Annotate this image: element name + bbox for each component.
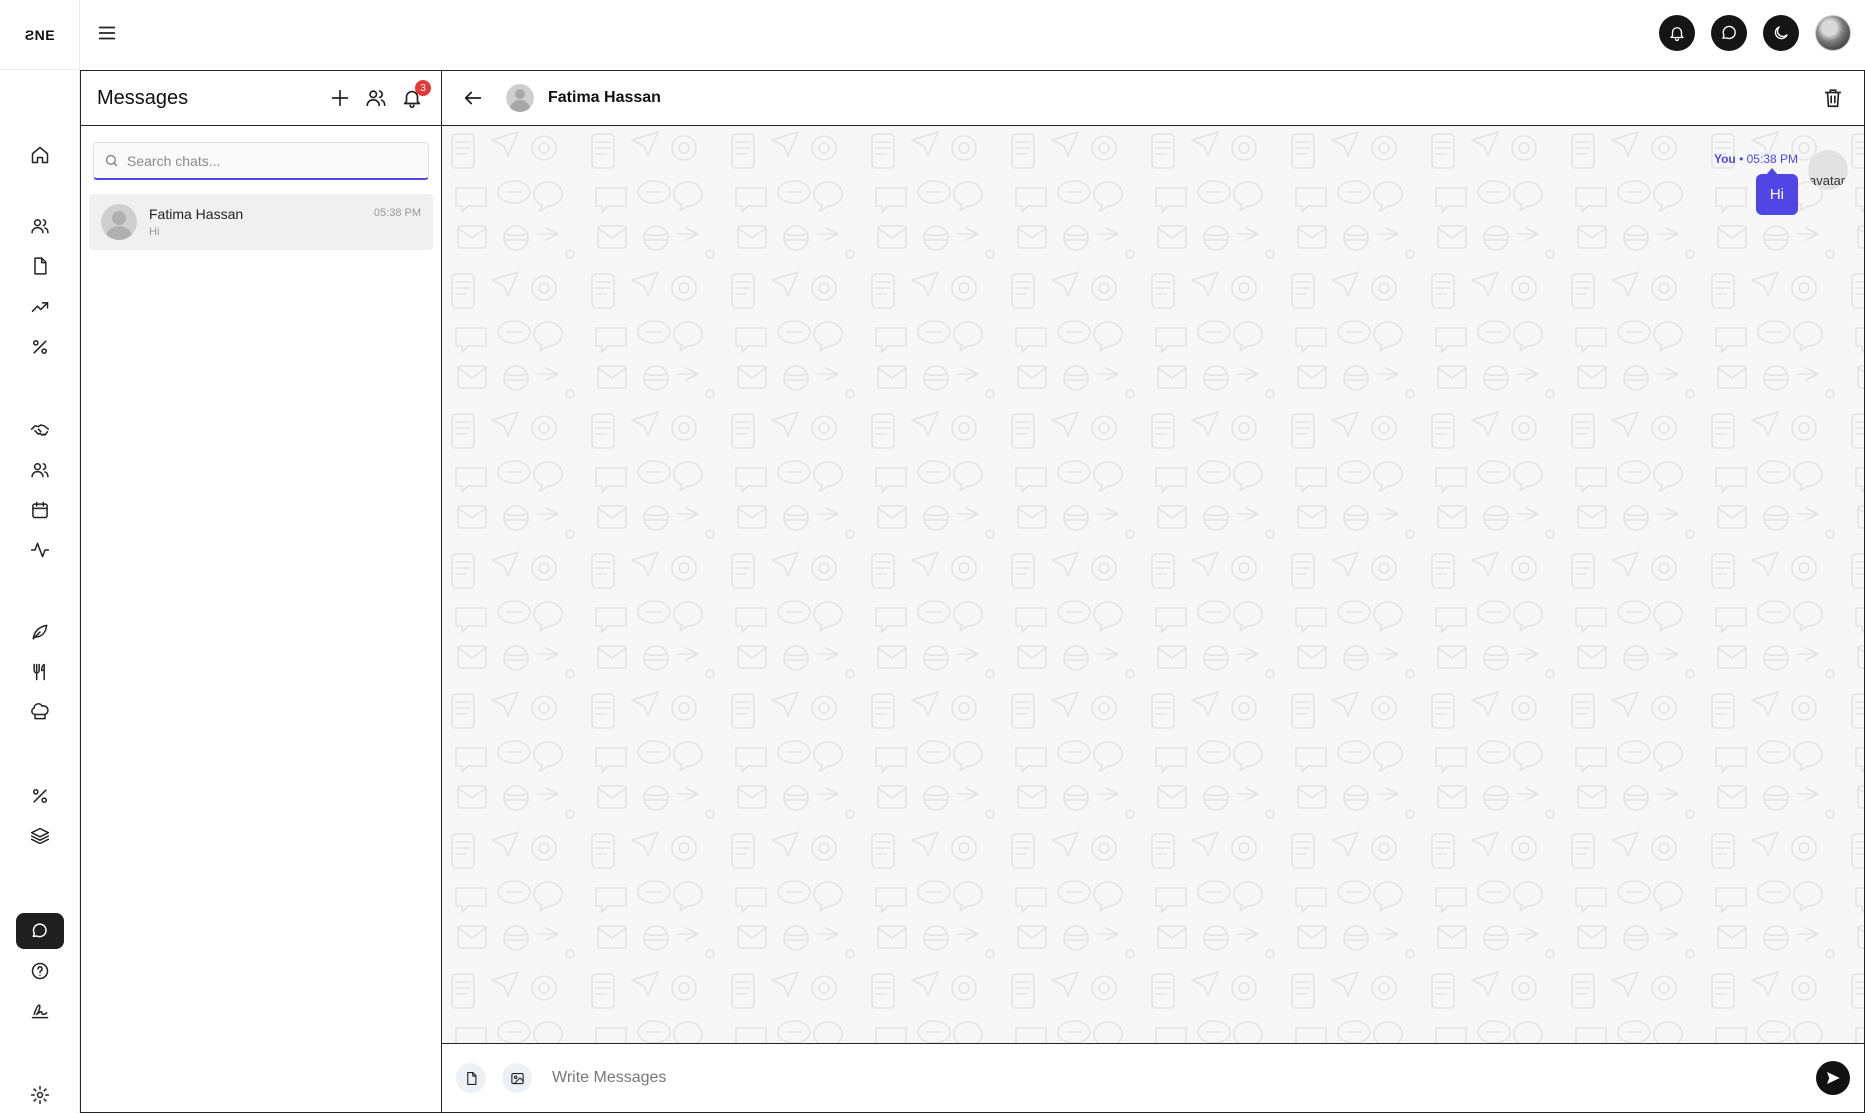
handshake-icon[interactable] — [16, 412, 64, 448]
offer-icon[interactable] — [16, 778, 64, 814]
settings-icon[interactable] — [16, 1077, 64, 1113]
moon-icon[interactable] — [1763, 15, 1799, 51]
message-sender: You — [1713, 152, 1736, 166]
chat-time: 05:38 PM — [373, 207, 421, 219]
team-icon[interactable] — [16, 452, 64, 488]
chat-list-item[interactable]: Fatima Hassan Hi 05:38 PM — [89, 194, 433, 250]
chat-preview: Hi — [149, 226, 160, 238]
app-logo[interactable]: ƧNE — [0, 0, 80, 70]
chat-contact-name: Fatima Hassan — [149, 206, 244, 222]
signature-icon[interactable] — [16, 993, 64, 1029]
arrow-left-icon — [464, 91, 482, 105]
panel-title: Messages — [97, 86, 189, 109]
calendar-icon[interactable] — [16, 492, 64, 528]
conversation-panel: Fatima Hassan You • 05:38 PM Hi avatar W… — [441, 70, 1865, 1113]
search-box — [93, 142, 429, 180]
trash-icon — [1824, 89, 1842, 108]
message-area: You • 05:38 PM Hi avatar — [442, 126, 1864, 1044]
messages-panel-header: Messages 3 — [81, 71, 441, 126]
chef-hat-icon[interactable] — [16, 694, 64, 730]
message-row: You • 05:38 PM Hi avatar — [1714, 150, 1848, 215]
conversation-header: Fatima Hassan — [442, 71, 1864, 126]
activity-icon[interactable] — [16, 532, 64, 568]
document-icon[interactable] — [16, 248, 64, 284]
chat-bubble-icon[interactable] — [1711, 15, 1747, 51]
users-icon — [366, 90, 386, 107]
chat-icon[interactable] — [16, 913, 64, 949]
attach-file-button[interactable] — [456, 1063, 486, 1093]
message-separator: • — [1735, 152, 1747, 166]
message-column: You • 05:38 PM Hi — [1714, 150, 1798, 215]
plus-icon — [331, 89, 349, 107]
profile-avatar[interactable] — [1815, 15, 1851, 51]
leaf-icon[interactable] — [16, 614, 64, 650]
search-icon — [105, 154, 118, 167]
message-composer — [442, 1043, 1864, 1112]
avatar — [101, 204, 137, 240]
image-icon — [510, 1072, 524, 1084]
left-sidebar: ƧNE — [0, 0, 80, 1113]
attach-image-button[interactable] — [502, 1063, 532, 1093]
group-chat-button[interactable] — [363, 85, 389, 111]
message-input[interactable] — [552, 1069, 1816, 1087]
new-chat-button[interactable] — [327, 85, 353, 111]
conversation-contact-name: Fatima Hassan — [548, 89, 661, 106]
avatar: avatar — [1808, 150, 1848, 190]
top-bar — [80, 0, 1865, 70]
send-icon — [1827, 1072, 1840, 1084]
delete-chat-button[interactable] — [1820, 85, 1846, 111]
top-actions — [1659, 15, 1851, 51]
discount-icon[interactable] — [16, 329, 64, 365]
send-button[interactable] — [1816, 1061, 1850, 1095]
users-icon[interactable] — [16, 208, 64, 244]
message-bubble[interactable]: Hi — [1755, 168, 1798, 215]
message-time: 05:38 PM — [1746, 152, 1798, 166]
avatar — [506, 84, 534, 112]
back-button[interactable] — [460, 85, 486, 111]
help-icon[interactable] — [16, 953, 64, 989]
bell-icon[interactable] — [1659, 15, 1695, 51]
trending-icon[interactable] — [16, 289, 64, 325]
chat-meta: Fatima Hassan Hi — [149, 206, 374, 238]
utensils-icon[interactable] — [16, 654, 64, 690]
menu-toggle-icon[interactable] — [96, 22, 120, 46]
messages-panel: Messages 3 Fatima Hassan Hi 05:38 PM — [80, 70, 441, 1113]
search-input[interactable] — [127, 152, 418, 169]
notification-badge: 3 — [415, 80, 431, 96]
notifications-button[interactable]: 3 — [399, 80, 431, 111]
chat-background-pattern — [442, 126, 1864, 1044]
message-meta: You • 05:38 PM — [1714, 152, 1798, 166]
home-icon[interactable] — [16, 137, 64, 173]
file-icon — [466, 1071, 476, 1085]
layers-icon[interactable] — [16, 818, 64, 854]
